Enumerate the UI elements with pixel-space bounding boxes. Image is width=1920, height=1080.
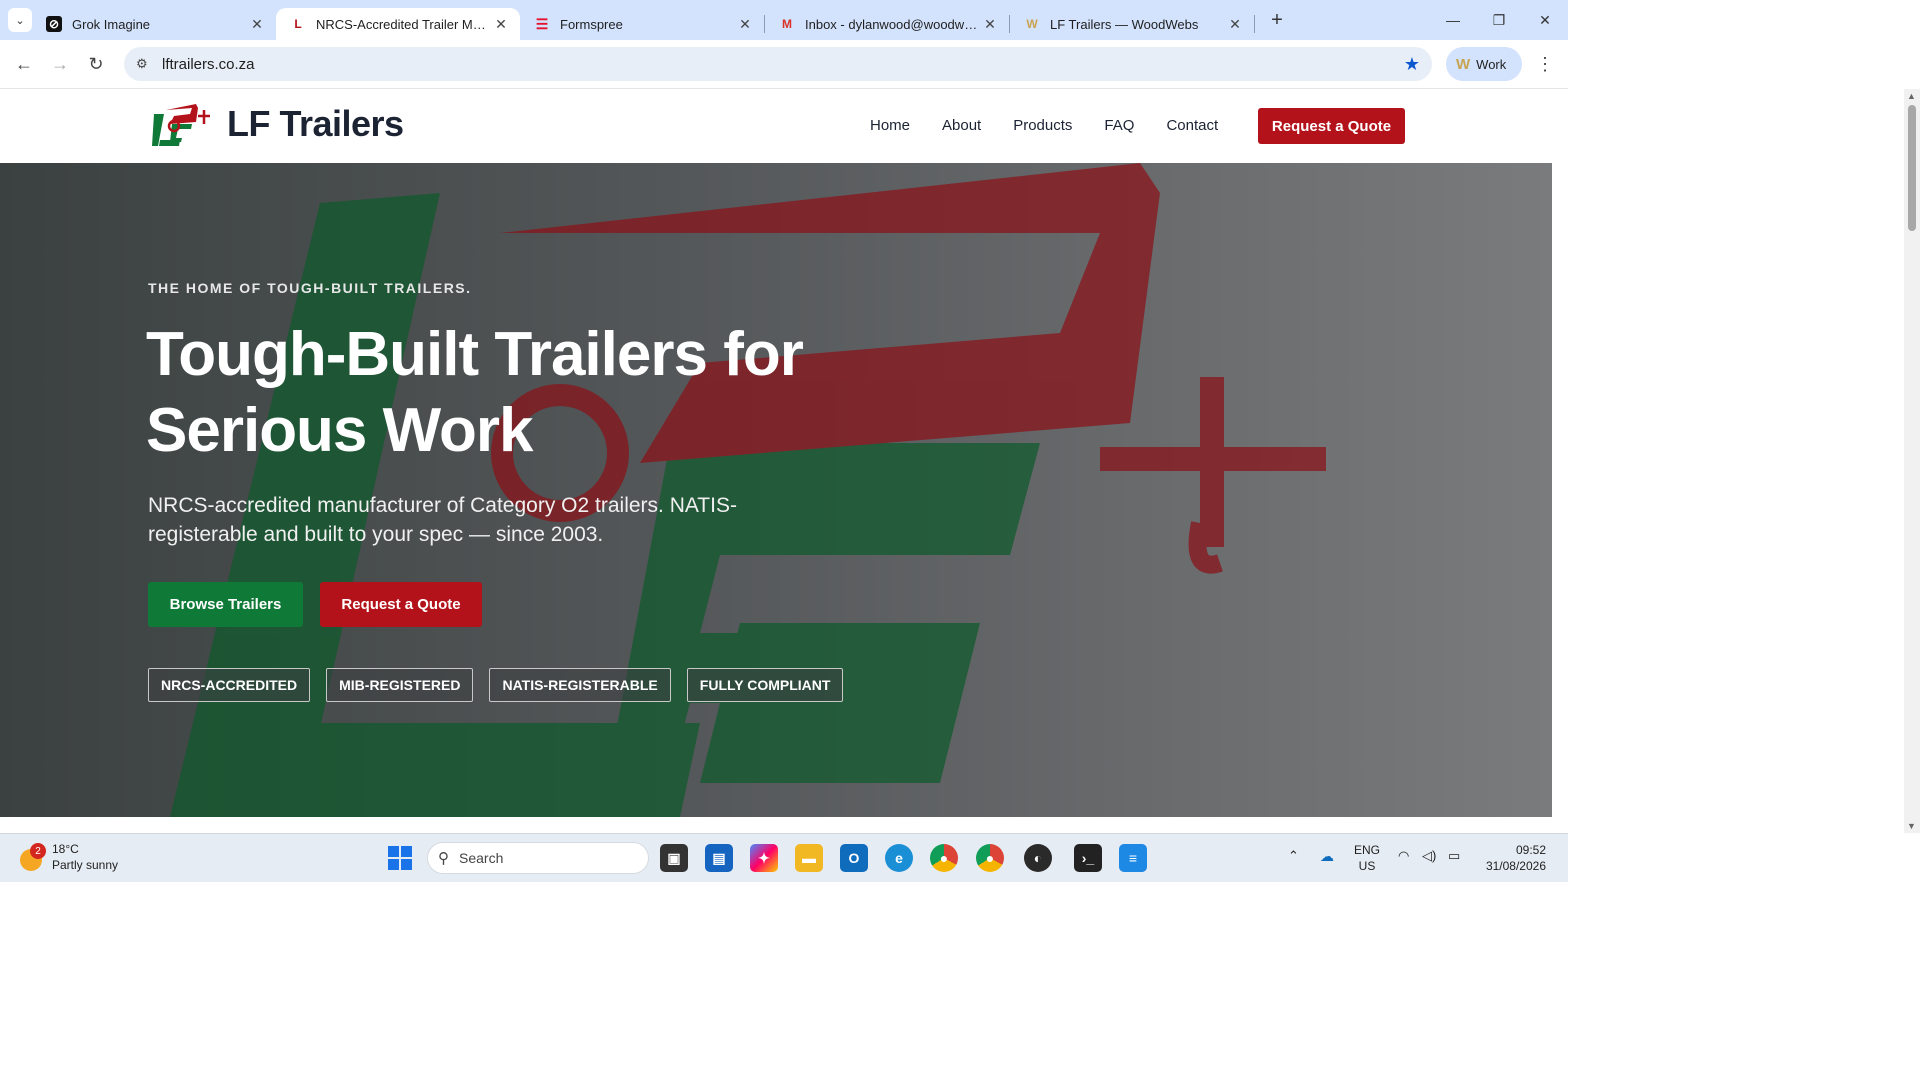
gaming-app-icon[interactable]: ◐ [1024, 844, 1052, 872]
lf-logo[interactable] [150, 102, 212, 150]
woodwebs-icon: W [1026, 17, 1038, 31]
nav-about[interactable]: About [942, 117, 981, 134]
clock-time: 09:52 [1515, 843, 1546, 857]
main-nav: Home About Products FAQ Contact [870, 117, 1250, 134]
battery-icon[interactable]: ▭ [1448, 848, 1460, 864]
tab-title: LF Trailers — WoodWebs [1050, 16, 1199, 32]
start-windows-icon[interactable] [388, 846, 412, 870]
hero-section: THE HOME OF TOUGH-BUILT TRAILERS. Tough-… [0, 163, 1552, 817]
hero-eyebrow: THE HOME OF TOUGH-BUILT TRAILERS. [148, 280, 472, 296]
file-explorer-icon[interactable]: ▬ [795, 844, 823, 872]
close-icon[interactable]: ✕ [981, 16, 999, 33]
hero-title: Tough-Built Trailers for Serious Work [146, 320, 804, 465]
profile-label: Work [1476, 56, 1507, 72]
terminal-icon[interactable]: ›_ [1074, 844, 1102, 872]
region-code: US [1358, 859, 1376, 873]
address-bar-row: ← → ↻ ⚙ lftrailers.co.za ★ W Work ⋮ [0, 40, 1568, 89]
hero-background-logo [170, 163, 1326, 817]
tab-title: Inbox - dylanwood@woodwebs [805, 16, 981, 32]
tab-lf-trailers[interactable]: L NRCS-Accredited Trailer Manufacturer ✕ [276, 8, 520, 40]
chrome-icon[interactable]: ● [930, 844, 958, 872]
task-view-icon[interactable]: ▣ [660, 844, 688, 872]
tab-bar: ⌄ ⊘ Grok Imagine ✕ L NRCS-Accredited Tra… [0, 0, 1568, 40]
weather-widget[interactable]: 2 18°C Partly sunny [18, 841, 118, 873]
badge-compliant: FULLY COMPLIANT [686, 668, 844, 702]
search-placeholder: Search [459, 850, 504, 866]
minimize-icon[interactable]: — [1430, 0, 1476, 40]
nav-products[interactable]: Products [1013, 117, 1072, 134]
gmail-icon: M [782, 17, 792, 31]
lf-icon: L [294, 17, 302, 31]
url-text: lftrailers.co.za [162, 55, 255, 73]
window-controls: — ❐ ✕ [1430, 0, 1568, 40]
back-arrow-icon[interactable]: ← [6, 54, 42, 75]
tab-title: NRCS-Accredited Trailer Manufacturer [316, 16, 492, 32]
hero-lead: NRCS-accredited manufacturer of Category… [148, 494, 737, 546]
hero-request-quote-button[interactable]: Request a Quote [320, 582, 482, 627]
onedrive-icon[interactable]: ☁ [1320, 848, 1334, 864]
volume-icon[interactable]: ◁) [1422, 848, 1436, 864]
copilot-icon[interactable]: ✦ [750, 844, 778, 872]
request-quote-button[interactable]: Request a Quote [1258, 108, 1405, 144]
compliance-badges: NRCS-ACCREDITED MIB-REGISTERED NATIS-REG… [148, 668, 844, 702]
badge-mib: MIB-REGISTERED [326, 668, 474, 702]
close-icon[interactable]: ✕ [248, 16, 266, 33]
store-icon[interactable]: ▤ [705, 844, 733, 872]
web-page: LF Trailers Home About Products FAQ Cont… [0, 89, 1552, 817]
nav-contact[interactable]: Contact [1166, 117, 1218, 134]
tab-separator [1254, 15, 1255, 33]
clock-date: 31/08/2026 [1485, 859, 1546, 873]
woodwebs-profile-icon: W [1456, 55, 1471, 73]
restore-icon[interactable]: ❐ [1476, 0, 1522, 40]
language-code: ENG [1354, 843, 1381, 857]
more-menu-icon[interactable]: ⋮ [1536, 54, 1554, 75]
windows-taskbar: 2 18°C Partly sunny ⚲ Search ▣ ▤ ✦ ▬ O e… [0, 833, 1568, 882]
badge-natis: NATIS-REGISTERABLE [489, 668, 671, 702]
taskbar-search[interactable]: ⚲ Search [427, 842, 649, 874]
site-settings-icon[interactable]: ⚙ [136, 56, 154, 72]
clock[interactable]: 09:52 31/08/2026 [1486, 842, 1546, 874]
page-scrollbar[interactable]: ▲ ▼ [1904, 89, 1920, 833]
tab-grok[interactable]: ⊘ Grok Imagine ✕ [32, 8, 276, 40]
close-window-icon[interactable]: ✕ [1522, 0, 1568, 40]
tab-woodwebs[interactable]: W LF Trailers — WoodWebs ✕ [1010, 8, 1254, 40]
close-icon[interactable]: ✕ [492, 16, 510, 33]
bookmark-star-icon[interactable]: ★ [1404, 54, 1420, 75]
forward-arrow-icon[interactable]: → [42, 54, 78, 75]
formspree-icon: ☰ [535, 15, 549, 32]
nav-faq[interactable]: FAQ [1104, 117, 1134, 134]
outlook-icon[interactable]: O [840, 844, 868, 872]
close-icon[interactable]: ✕ [1226, 16, 1244, 33]
profile-button[interactable]: W Work [1446, 47, 1522, 81]
temperature: 18°C [52, 842, 79, 856]
tab-title: Formspree [560, 16, 623, 32]
edge-icon[interactable]: e [885, 844, 913, 872]
reload-icon[interactable]: ↻ [78, 54, 114, 75]
search-icon: ⚲ [438, 850, 449, 867]
chrome-profile-icon[interactable]: ● [976, 844, 1004, 872]
scroll-down-arrow-icon[interactable]: ▼ [1907, 821, 1916, 831]
notepad-icon[interactable]: ≡ [1119, 844, 1147, 872]
tab-search-chevron-icon[interactable]: ⌄ [8, 8, 32, 32]
tab-gmail[interactable]: M Inbox - dylanwood@woodwebs ✕ [765, 8, 1009, 40]
badge-nrcs: NRCS-ACCREDITED [148, 668, 311, 702]
browse-trailers-button[interactable]: Browse Trailers [148, 582, 303, 627]
site-header: LF Trailers Home About Products FAQ Cont… [0, 89, 1552, 163]
grok-icon: ⊘ [46, 16, 62, 32]
brand-name[interactable]: LF Trailers [227, 103, 404, 145]
nav-home[interactable]: Home [870, 117, 910, 134]
new-tab-plus-icon[interactable]: + [1263, 9, 1291, 32]
show-hidden-icons-chevron-icon[interactable]: ⌃ [1288, 848, 1299, 864]
tab-title: Grok Imagine [72, 16, 151, 32]
close-icon[interactable]: ✕ [736, 16, 754, 33]
scrollbar-thumb[interactable] [1908, 105, 1916, 231]
weather-condition: Partly sunny [52, 858, 119, 872]
wifi-icon[interactable]: ◠ [1398, 848, 1409, 864]
url-field[interactable]: ⚙ lftrailers.co.za ★ [124, 47, 1432, 81]
scroll-up-arrow-icon[interactable]: ▲ [1907, 91, 1916, 101]
weather-badge: 2 [30, 843, 46, 859]
partly-sunny-icon: 2 [18, 843, 46, 871]
language-indicator[interactable]: ENG US [1354, 842, 1380, 874]
tab-formspree[interactable]: ☰ Formspree ✕ [520, 8, 764, 40]
